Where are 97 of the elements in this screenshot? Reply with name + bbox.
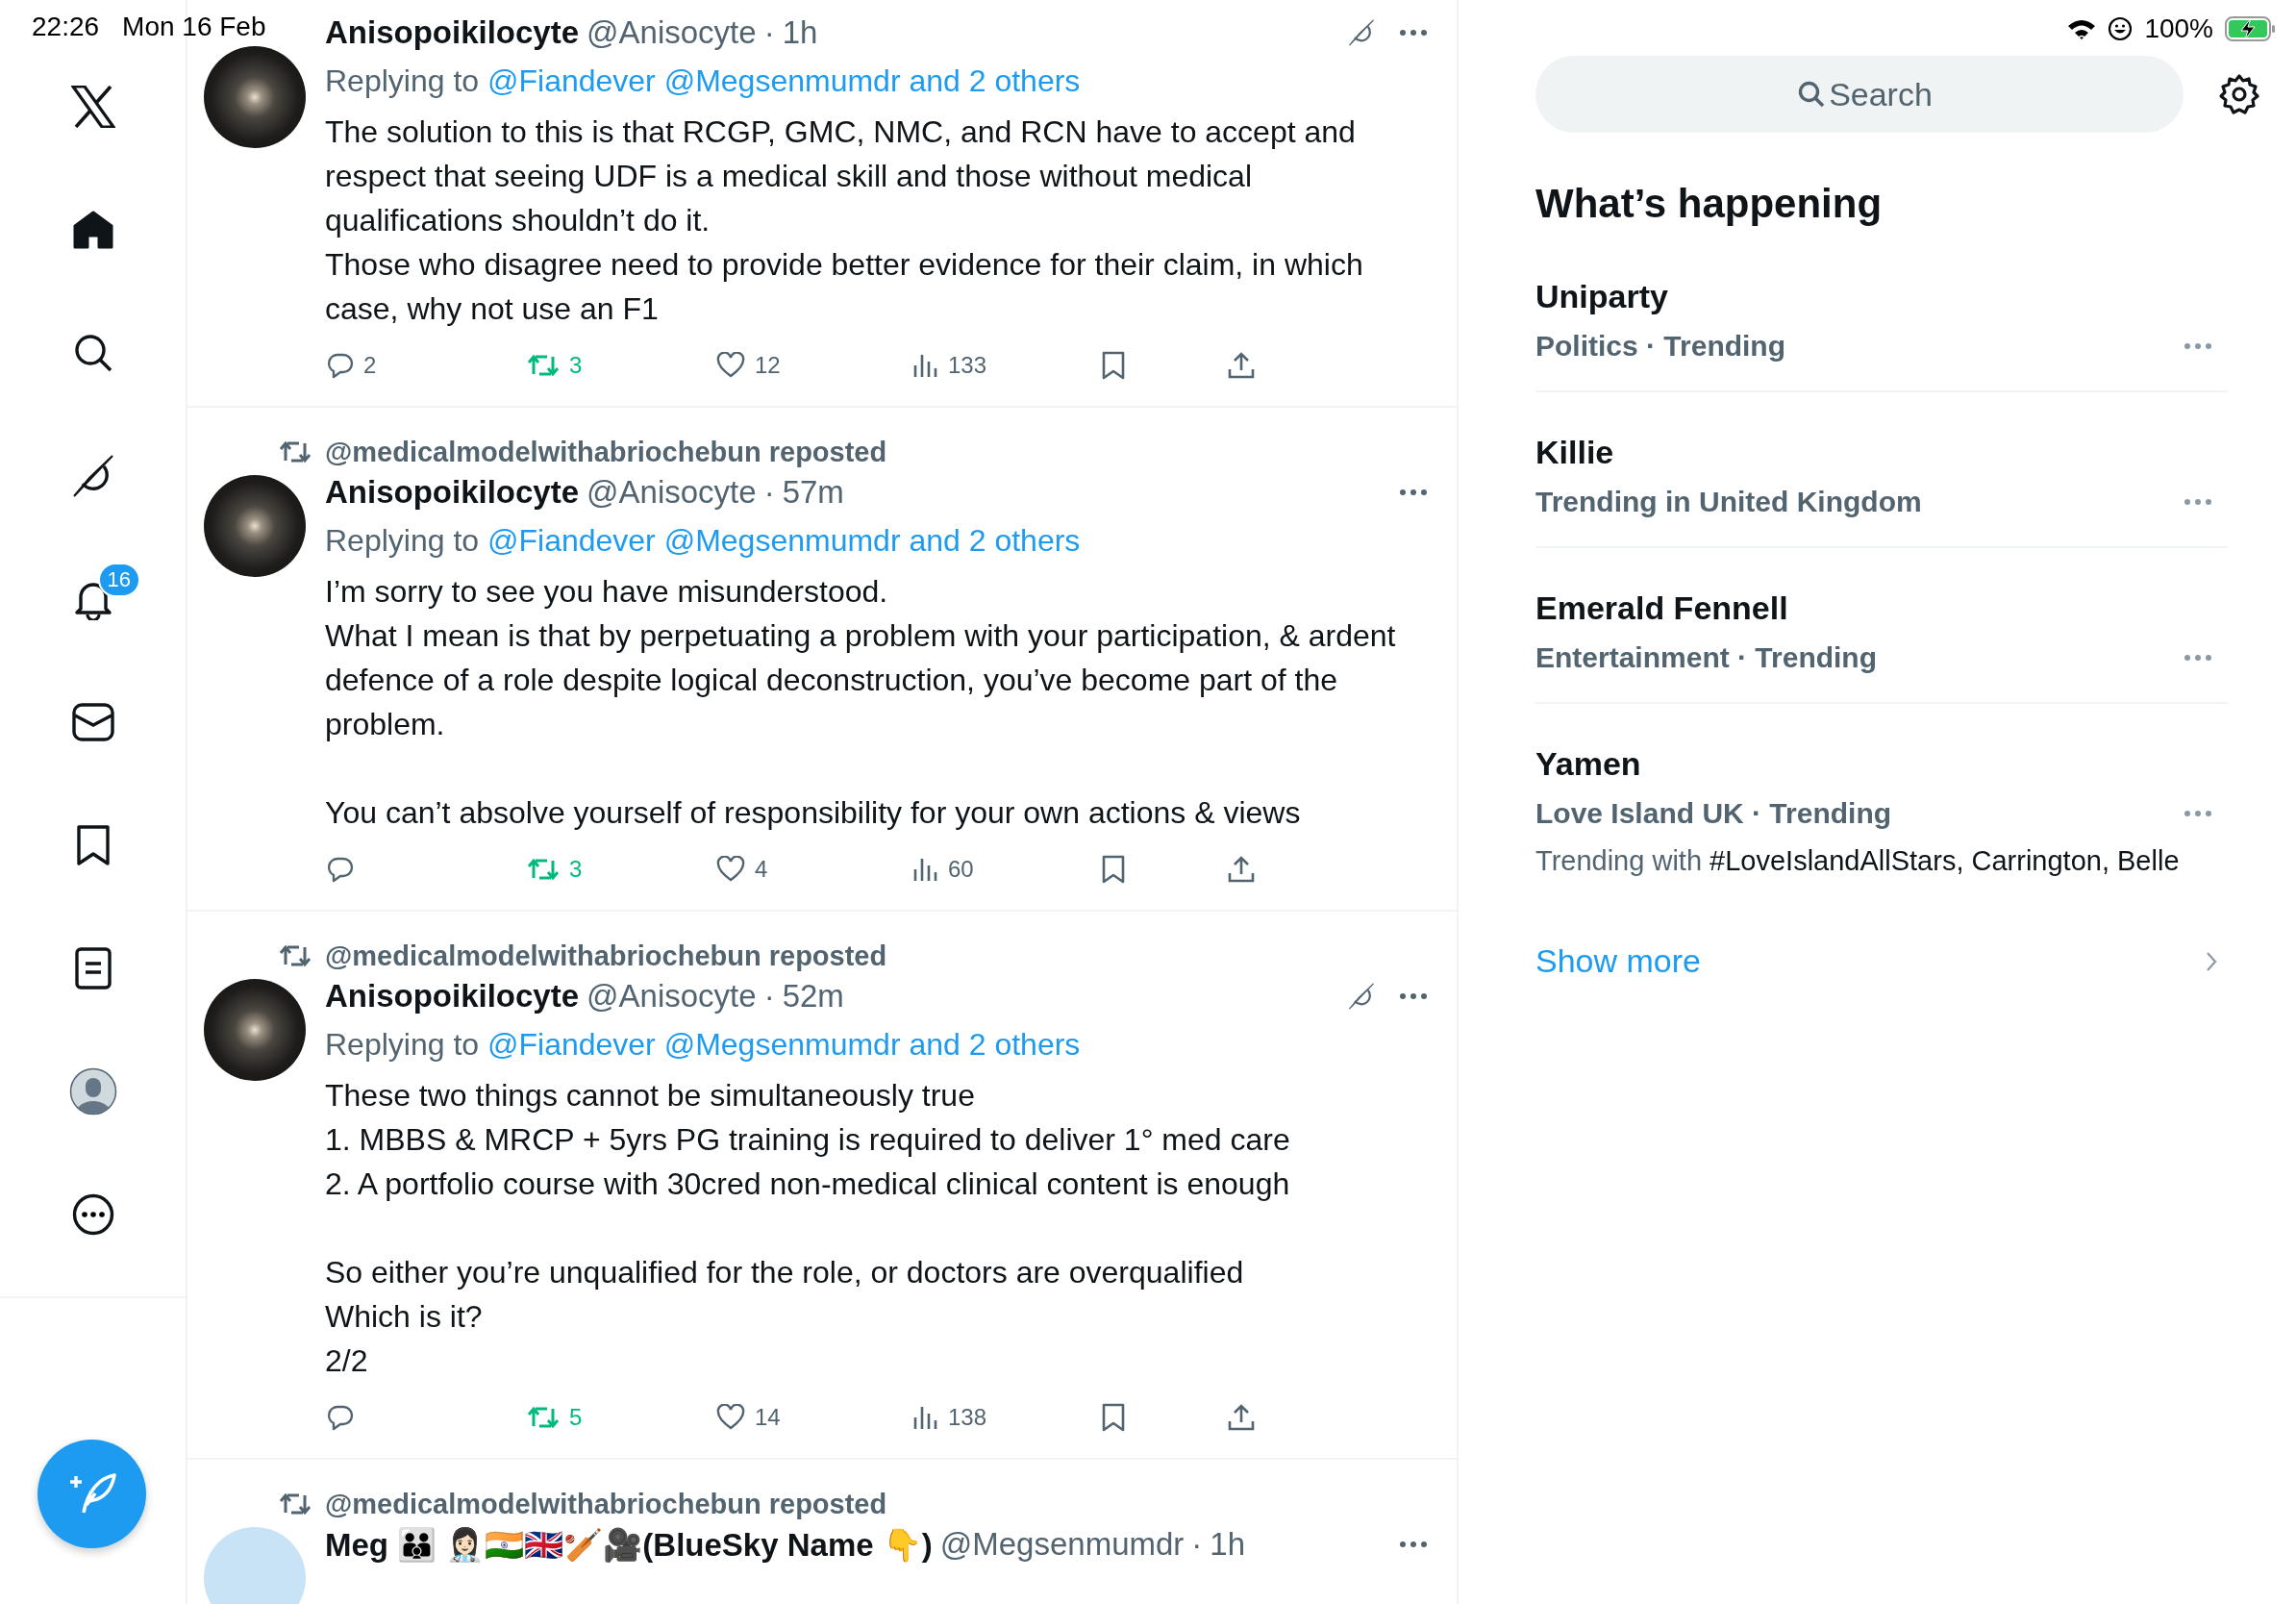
more-options-icon[interactable] xyxy=(2184,810,2212,817)
replying-to-text: Replying to @Fiandever @Megsenmumdr and 2 others xyxy=(325,1026,1082,1064)
trend-category: Trending in United Kingdom xyxy=(1535,485,1922,519)
bookmark-icon[interactable] xyxy=(1102,855,1125,884)
share-icon[interactable] xyxy=(1227,351,1256,380)
repost-count: 5 xyxy=(569,1404,583,1431)
trend-category: Love Island UK · Trending xyxy=(1535,796,1892,831)
status-date: Mon 16 Feb xyxy=(122,12,266,42)
post-text: I’m sorry to see you have misunderstood. xyxy=(325,573,889,611)
post-text: So either you’re unqualified for the role, or doctors are overqualified xyxy=(325,1254,1245,1291)
envelope-icon[interactable] xyxy=(71,703,114,741)
heart-icon[interactable] xyxy=(716,1404,745,1431)
repost-icon xyxy=(279,943,312,968)
post-time[interactable]: 57m xyxy=(782,474,844,511)
share-icon[interactable] xyxy=(1227,1403,1256,1432)
more-options-icon[interactable] xyxy=(1399,992,1428,1000)
bookmark-icon[interactable] xyxy=(1102,1403,1125,1432)
more-options-icon[interactable] xyxy=(1399,1541,1428,1548)
document-icon[interactable] xyxy=(74,947,112,990)
post-text: 2. A portfolio course with 30cred non-medical clinical content is enough xyxy=(325,1165,1291,1203)
bar-chart-icon[interactable] xyxy=(911,1404,938,1431)
post-text: The solution to this is that RCGP, GMC, NMC, and RCN have to accept and respect that seeing UDF is a medical skill and those without medical qualifications shouldn’t do it. xyxy=(325,113,1357,239)
post-text: Which is it? xyxy=(325,1298,484,1336)
bar-chart-icon[interactable] xyxy=(911,352,938,379)
compose-button[interactable] xyxy=(37,1440,146,1548)
trend-title[interactable]: Killie xyxy=(1535,429,2228,475)
bar-chart-icon[interactable] xyxy=(911,856,938,883)
search-field[interactable]: Search xyxy=(1535,56,2184,133)
post-text: What I mean is that by perpetuating a problem with your participation, & ardent defence of a role despite logical deconstruction, you’ve become part of the problem. xyxy=(325,617,1397,743)
separator-dot: · xyxy=(1191,1526,1203,1563)
author-handle[interactable]: @Anisocyte xyxy=(586,474,757,511)
author-name[interactable]: Anisopoikilocyte xyxy=(325,14,580,51)
more-options-icon[interactable] xyxy=(1399,489,1428,496)
more-options-icon[interactable] xyxy=(1399,29,1428,37)
x-logo-icon[interactable] xyxy=(70,86,115,128)
repost-attribution: @medicalmodelwithabriochebun reposted xyxy=(325,940,887,972)
repost-attribution: @medicalmodelwithabriochebun reposted xyxy=(325,436,887,468)
separator-dot: · xyxy=(763,978,775,1015)
author-name[interactable]: Anisopoikilocyte xyxy=(325,978,580,1015)
battery-percent: 100% xyxy=(2144,13,2213,44)
post-text: You can’t absolve yourself of responsibility for your own actions & views xyxy=(325,794,1302,832)
repost-attribution: @medicalmodelwithabriochebun reposted xyxy=(325,1488,887,1520)
battery-charging-icon xyxy=(2225,15,2277,42)
trend-category: Entertainment · Trending xyxy=(1535,640,1878,675)
heart-icon[interactable] xyxy=(716,856,745,883)
post-text: Those who disagree need to provide better evidence for their claim, in which case, why not use an F1 xyxy=(325,246,1364,328)
post-time[interactable]: 52m xyxy=(782,978,844,1015)
more-icon[interactable] xyxy=(71,1193,114,1236)
like-count: 4 xyxy=(755,856,768,883)
reply-icon[interactable] xyxy=(327,1404,354,1431)
author-name[interactable]: Meg 👪 👩🏻‍⚕🇮🇳🇬🇧🏏🎥(BlueSky Name 👇) xyxy=(325,1525,933,1564)
wifi-icon xyxy=(2067,18,2097,39)
bookmark-icon[interactable] xyxy=(75,825,111,865)
view-count: 133 xyxy=(948,352,987,379)
settings-icon[interactable] xyxy=(2218,73,2260,115)
share-icon[interactable] xyxy=(1227,855,1256,884)
reply-icon[interactable] xyxy=(327,352,354,379)
author-handle[interactable]: @Anisocyte xyxy=(586,14,757,51)
search-icon[interactable] xyxy=(72,333,113,373)
like-count: 14 xyxy=(755,1404,781,1431)
post-text: These two things cannot be simultaneously true xyxy=(325,1077,976,1115)
replying-to-text: Replying to @Fiandever @Megsenmumdr and 2 others xyxy=(325,522,1082,560)
author-name[interactable]: Anisopoikilocyte xyxy=(325,474,580,511)
post-time[interactable]: 1h xyxy=(1210,1526,1246,1563)
author-handle[interactable]: @Anisocyte xyxy=(586,978,757,1015)
status-time: 22:26 xyxy=(32,12,100,42)
replying-to-text: Replying to @Fiandever @Megsenmumdr and 2 others xyxy=(325,63,1082,100)
trend-category: Politics · Trending xyxy=(1535,329,1786,363)
trend-title[interactable]: Uniparty xyxy=(1535,273,2228,319)
trend-title[interactable]: Emerald Fennell xyxy=(1535,585,2228,631)
post-text: 1. MBBS & MRCP + 5yrs PG training is required to deliver 1° med care xyxy=(325,1121,1291,1159)
post-text: 2/2 xyxy=(325,1342,369,1380)
more-options-icon[interactable] xyxy=(2184,498,2212,506)
trend-context: Trending with #LoveIslandAllStars, Carrington, Belle xyxy=(1535,844,2181,878)
separator-dot: · xyxy=(763,14,775,51)
smiley-icon xyxy=(2108,16,2134,41)
home-icon[interactable] xyxy=(71,209,114,251)
heart-icon[interactable] xyxy=(716,352,745,379)
trend-title[interactable]: Yamen xyxy=(1535,740,2228,787)
profile-avatar-icon[interactable] xyxy=(68,1067,117,1115)
bookmark-icon[interactable] xyxy=(1102,351,1125,380)
more-options-icon[interactable] xyxy=(2184,654,2212,662)
notification-count: 16 xyxy=(97,563,140,597)
author-handle[interactable]: @Megsenmumdr xyxy=(939,1526,1185,1563)
reply-icon[interactable] xyxy=(327,856,354,883)
repost-icon xyxy=(279,439,312,464)
section-heading: What’s happening xyxy=(1535,181,1884,227)
view-count: 60 xyxy=(948,856,974,883)
view-count: 138 xyxy=(948,1404,987,1431)
repost-icon xyxy=(279,1491,312,1516)
post-time[interactable]: 1h xyxy=(782,14,818,51)
separator-dot: · xyxy=(763,474,775,511)
repost-count: 3 xyxy=(569,856,583,883)
repost-count: 3 xyxy=(569,352,583,379)
like-count: 12 xyxy=(755,352,781,379)
reply-count: 2 xyxy=(363,352,377,379)
more-options-icon[interactable] xyxy=(2184,342,2212,350)
